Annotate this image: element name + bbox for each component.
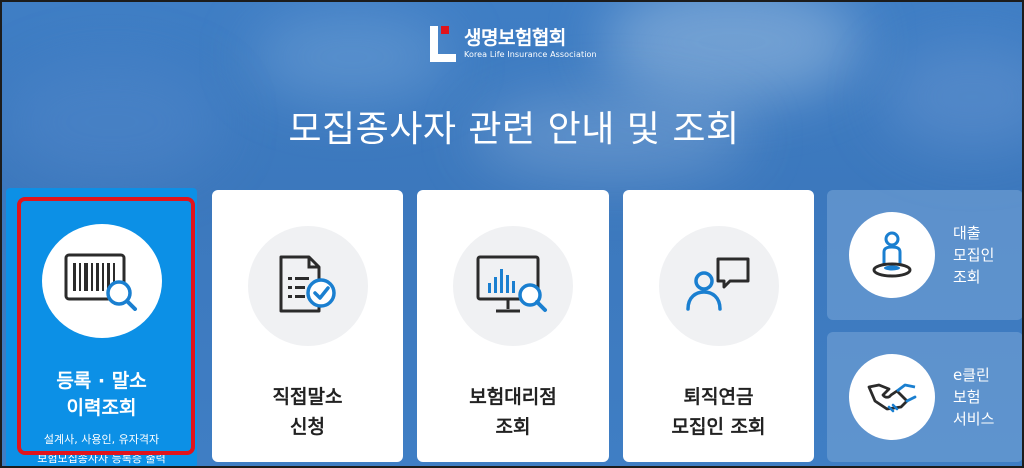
eclean-insurance-card[interactable]: e클린 보험 서비스	[827, 332, 1022, 462]
page-title: 모집종사자 관련 안내 및 조회	[288, 109, 740, 150]
association-logo[interactable]: 생명보험협회 Korea Life Insurance Association	[430, 24, 597, 64]
monitor-chart-search-icon	[476, 255, 547, 313]
selection-outline	[17, 197, 195, 455]
loan-recruiter-card[interactable]: 대출 모집인 조회	[827, 190, 1022, 320]
handshake-icon	[867, 383, 917, 413]
person-speech-icon	[685, 257, 749, 311]
card-label: 직접말소 신청	[272, 386, 343, 438]
card-label: 보험대리점 조회	[469, 386, 557, 438]
side-card-label: 대출 모집인 조회	[953, 224, 995, 286]
logo-name-en: Korea Life Insurance Association	[464, 50, 597, 59]
logo-name-ko: 생명보험협회	[464, 27, 566, 49]
pension-recruiter-card[interactable]: 퇴직연금 모집인 조회	[623, 190, 814, 462]
document-check-icon	[279, 255, 336, 313]
logo-mark-icon	[430, 26, 458, 62]
card-label: 퇴직연금 모집인 조회	[671, 386, 766, 438]
icon-circle	[453, 226, 573, 346]
side-card-label: e클린 보험 서비스	[953, 366, 995, 428]
icon-circle	[247, 226, 368, 346]
main-frame: 생명보험협회 Korea Life Insurance Association …	[0, 0, 1024, 468]
person-location-icon	[872, 231, 912, 278]
insurance-agency-card[interactable]: 보험대리점 조회	[417, 190, 609, 462]
registration-history-card[interactable]: 등록 · 말소 이력조회 설계사, 사용인, 유자격자 보험모집종사자 등록증 …	[6, 188, 197, 466]
icon-circle	[658, 226, 779, 346]
icon-circle	[849, 354, 935, 440]
direct-cancellation-card[interactable]: 직접말소 신청	[212, 190, 403, 462]
icon-circle	[849, 212, 935, 298]
